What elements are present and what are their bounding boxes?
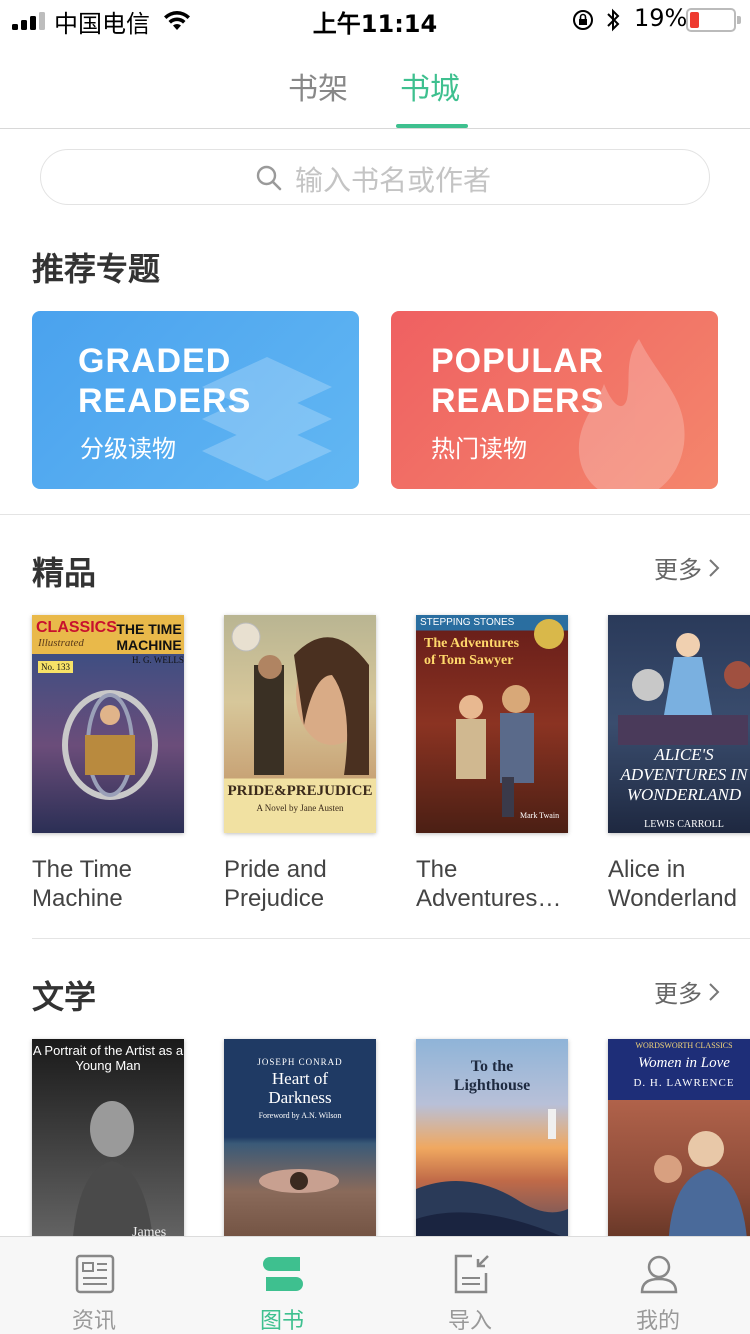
section-title-literature: 文学 — [32, 978, 97, 1016]
book-cover: ALICE'S ADVENTURES IN WONDERLAND LEWIS C… — [608, 615, 750, 833]
banner-title-line1: GRADED — [78, 342, 232, 380]
news-icon — [75, 1254, 115, 1294]
book-cover: PRIDE&PREJUDICE A Novel by Jane Austen — [224, 615, 376, 833]
nav-label: 图书 — [259, 1309, 304, 1334]
more-label: 更多 — [654, 980, 702, 1008]
book-cover: A Portrait of the Artist as a Young Man … — [32, 1039, 184, 1257]
cover-illustration — [231, 622, 369, 775]
book-cover: WORDSWORTH CLASSICS Women in Love D. H. … — [608, 1039, 750, 1257]
nav-item-news[interactable]: 资讯 — [0, 1237, 188, 1334]
featured-more-link[interactable]: 更多 — [654, 550, 720, 585]
popular-readers-banner[interactable]: POPULAR READERS 热门读物 — [391, 311, 718, 489]
cover-illustration — [416, 1109, 568, 1257]
status-bar: 中国电信 上午11:14 19% — [0, 0, 750, 40]
battery-icon — [686, 8, 741, 32]
section-title-recommended: 推荐专题 — [32, 250, 161, 288]
book-item[interactable]: JOSEPH CONRAD Heart of Darkness Foreword… — [224, 1039, 376, 1257]
profile-icon — [640, 1255, 678, 1294]
book-title: Alice in Wonderland — [608, 856, 737, 912]
search-icon — [256, 165, 282, 191]
nav-label: 资讯 — [71, 1309, 116, 1334]
nav-item-profile[interactable]: 我的 — [564, 1237, 750, 1334]
book-title: The Time Machine — [32, 856, 133, 912]
book-item[interactable]: STEPPING STONES The Adventures of Tom Sa… — [416, 615, 568, 913]
book-cover: STEPPING STONES The Adventures of Tom Sa… — [416, 615, 568, 833]
search-placeholder: 输入书名或作者 — [295, 164, 492, 197]
nav-label: 导入 — [447, 1309, 492, 1334]
literature-more-link[interactable]: 更多 — [654, 974, 720, 1009]
cover-illustration — [62, 690, 158, 800]
import-icon — [454, 1254, 489, 1294]
award-badge-icon — [534, 619, 564, 649]
book-title: Pride and Prejudice — [224, 856, 327, 912]
section-title-featured: 精品 — [32, 554, 97, 592]
cover-illustration — [456, 685, 534, 817]
section-divider — [0, 514, 750, 515]
rotation-lock-icon — [573, 10, 593, 30]
nav-label: 我的 — [635, 1309, 680, 1334]
banner-subtitle: 热门读物 — [431, 435, 527, 463]
book-item[interactable]: A Portrait of the Artist as a Young Man … — [32, 1039, 184, 1257]
tab-bookshelf[interactable]: 书架 — [288, 64, 348, 108]
book-cover: CLASSICS Illustrated THE TIME MACHINE No… — [32, 615, 184, 833]
nav-item-books[interactable]: 图书 — [188, 1237, 376, 1334]
cover-illustration — [618, 633, 750, 745]
bottom-nav: 资讯 图书 导入 我的 — [0, 1236, 750, 1334]
book-cover: To the Lighthouse — [416, 1039, 568, 1257]
bluetooth-icon — [607, 8, 620, 32]
cover-illustration — [654, 1131, 748, 1257]
book-item[interactable]: CLASSICS Illustrated THE TIME MACHINE No… — [32, 615, 184, 913]
banner-title-line2: READERS — [431, 382, 605, 420]
book-item[interactable]: ALICE'S ADVENTURES IN WONDERLAND LEWIS C… — [608, 615, 750, 913]
search-input[interactable]: 输入书名或作者 — [40, 149, 710, 205]
book-title: The Adventures… — [416, 856, 562, 912]
book-cover: JOSEPH CONRAD Heart of Darkness Foreword… — [224, 1039, 376, 1257]
books-icon — [263, 1257, 303, 1291]
more-label: 更多 — [654, 556, 702, 584]
active-tab-indicator — [396, 124, 468, 128]
chevron-right-icon — [709, 982, 720, 1001]
chevron-right-icon — [709, 558, 720, 577]
book-item[interactable]: WORDSWORTH CLASSICS Women in Love D. H. … — [608, 1039, 750, 1257]
book-item[interactable]: PRIDE&PREJUDICE A Novel by Jane Austen P… — [224, 615, 376, 913]
tab-bookstore[interactable]: 书城 — [400, 64, 460, 108]
banner-subtitle: 分级读物 — [80, 435, 176, 463]
banner-title-line1: POPULAR — [431, 342, 605, 380]
battery-percent: 19% — [634, 4, 688, 32]
graded-readers-banner[interactable]: GRADED READERS 分级读物 — [32, 311, 359, 489]
cover-illustration — [259, 1169, 339, 1193]
top-tabs: 书架 书城 — [0, 40, 750, 129]
banner-title-line2: READERS — [78, 382, 252, 420]
book-item[interactable]: To the Lighthouse — [416, 1039, 568, 1257]
section-divider — [32, 938, 750, 939]
nav-item-import[interactable]: 导入 — [376, 1237, 564, 1334]
